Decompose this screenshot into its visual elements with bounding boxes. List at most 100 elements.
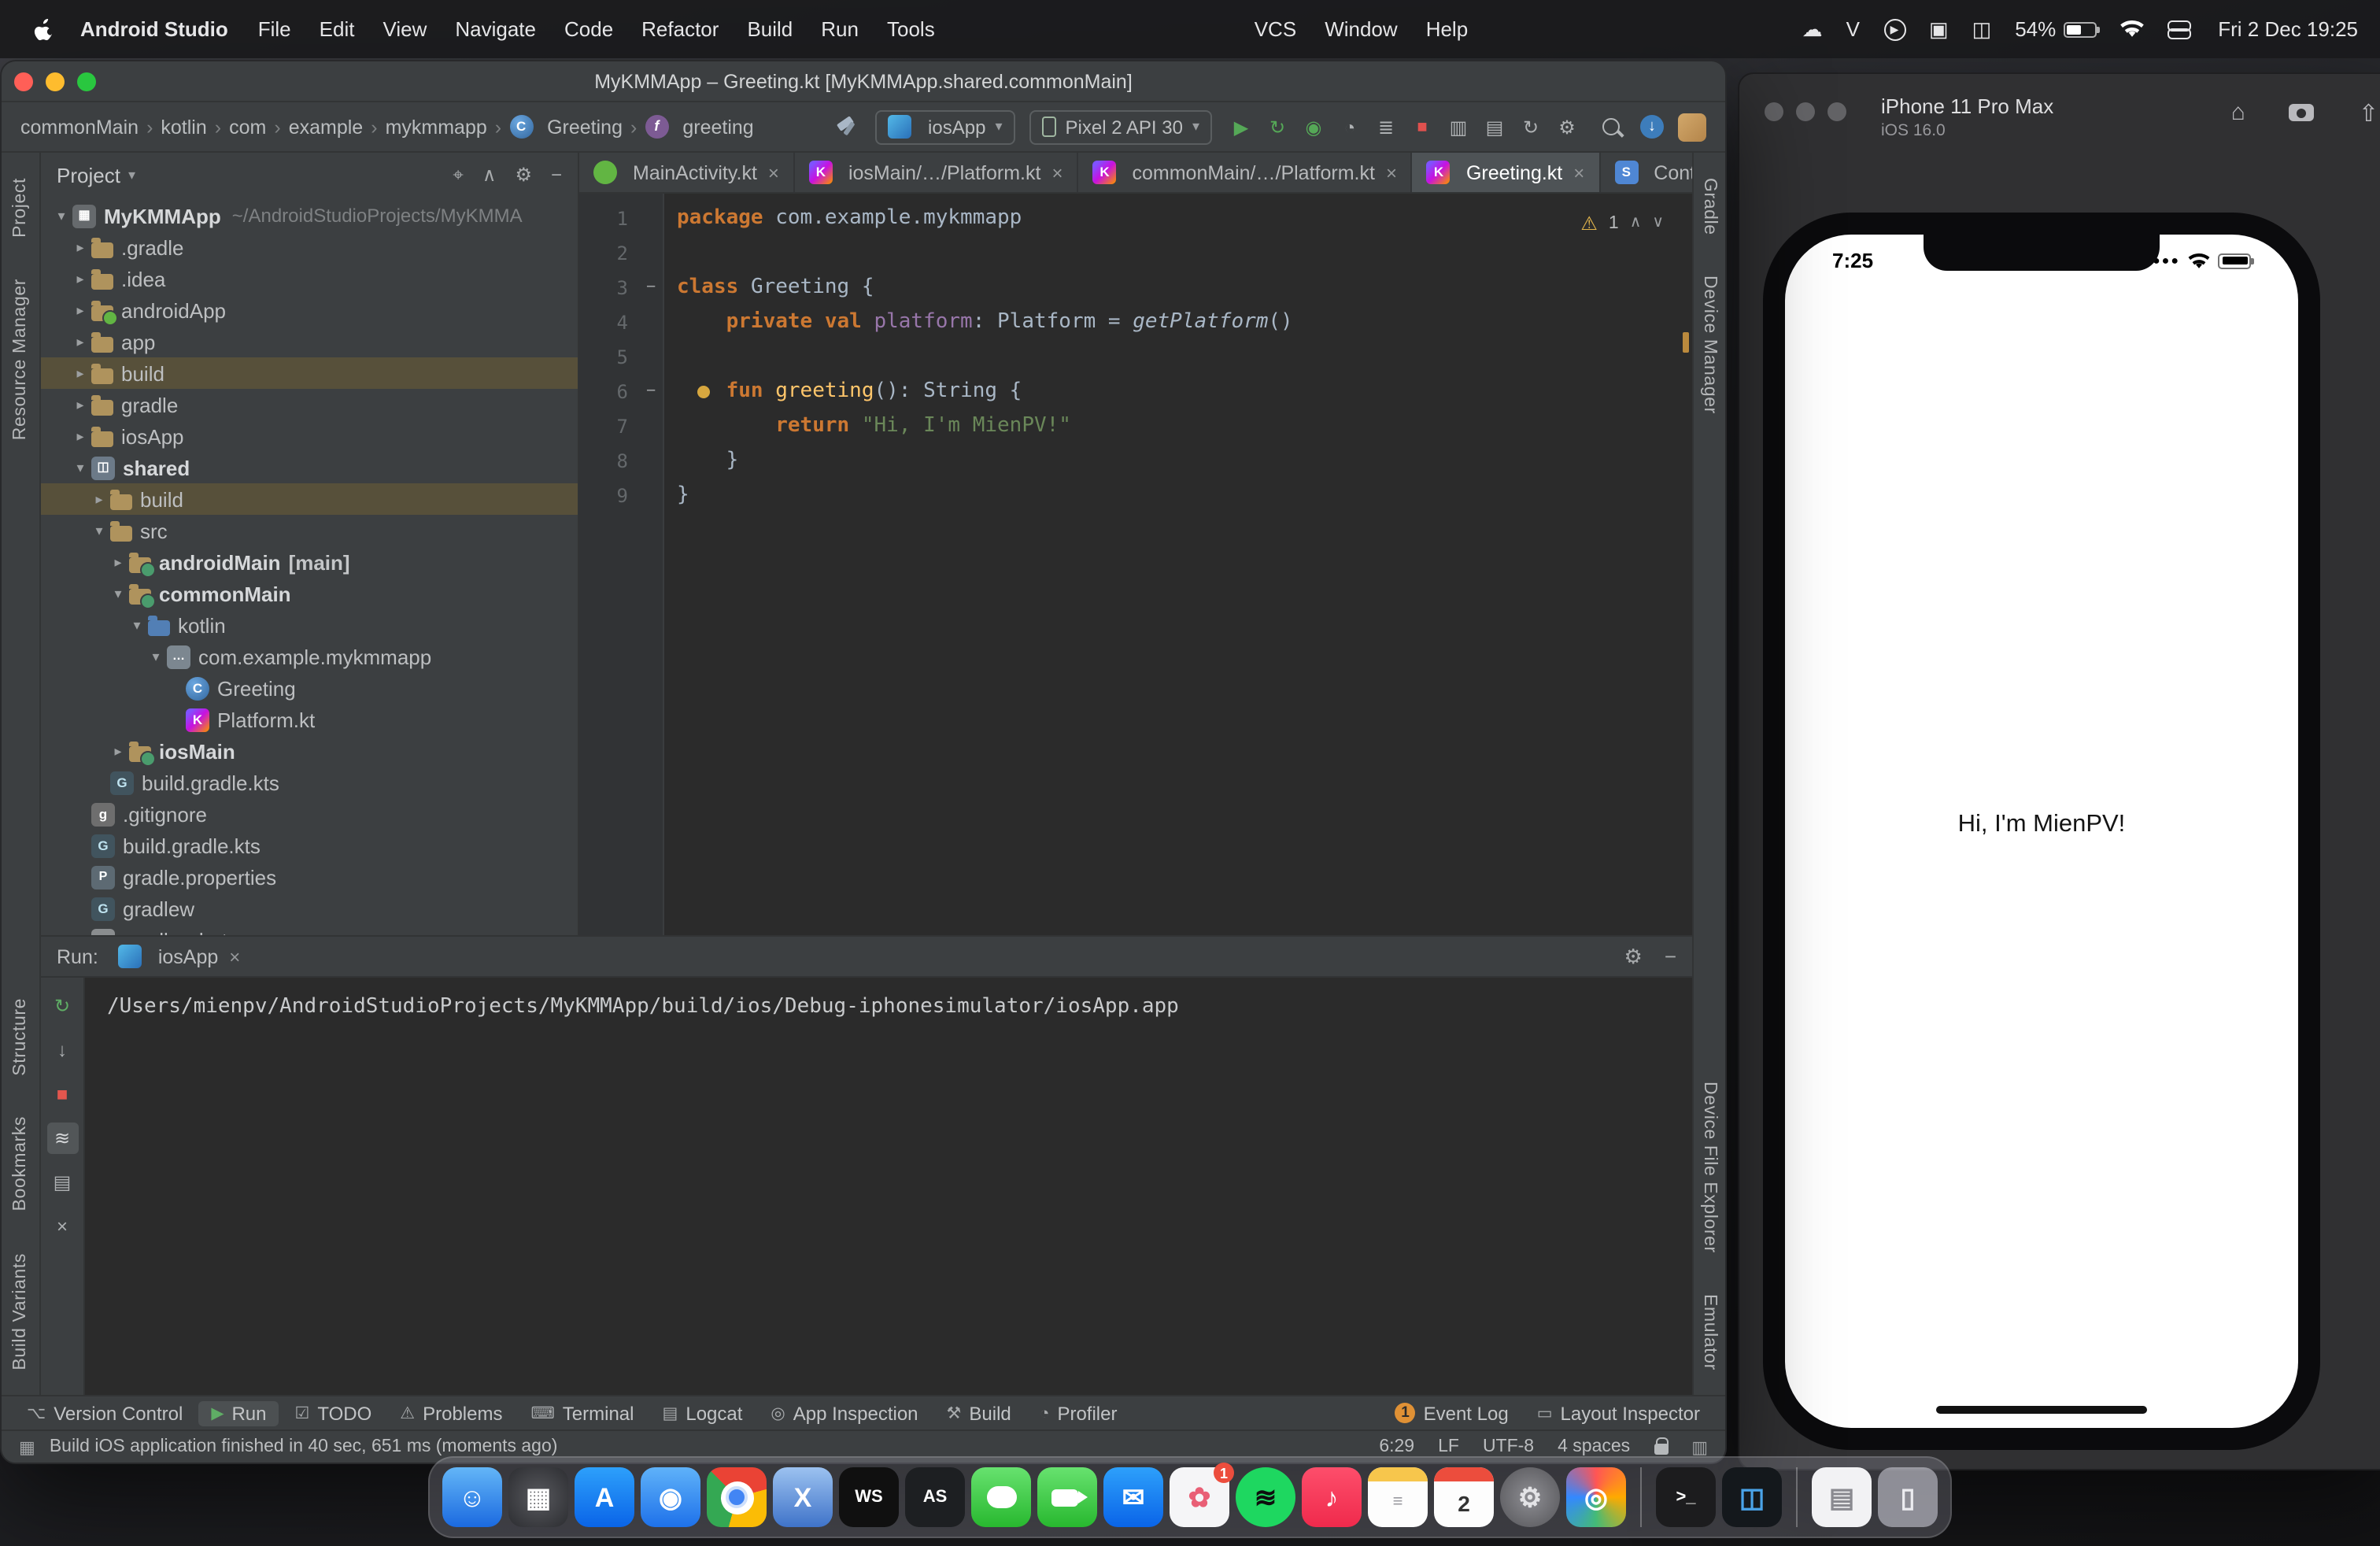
tree-item-gitignore[interactable]: g .gitignore [41, 798, 578, 830]
tool-button-emulator[interactable]: Emulator [1700, 1293, 1719, 1370]
menu-edit[interactable]: Edit [305, 17, 369, 41]
dock-notes-icon[interactable]: ≡ [1368, 1467, 1428, 1527]
tool-window-button-version-control[interactable]: ⌥ Version Control [14, 1400, 195, 1426]
dock-system-settings-icon[interactable]: ⚙ [1500, 1467, 1560, 1527]
chevron-down-icon[interactable]: ▾ [69, 459, 91, 476]
dock-docker-icon[interactable]: ◫ [1722, 1467, 1782, 1527]
tree-item-iosapp[interactable]: ▸ iosApp [41, 420, 578, 452]
dock-spotify-icon[interactable]: ≋ [1236, 1467, 1295, 1527]
tool-button-device-file-explorer[interactable]: Device File Explorer [1700, 1081, 1719, 1252]
tree-item-gradle[interactable]: ▸ .gradle [41, 231, 578, 263]
tool-window-button-app-inspection[interactable]: ◎ App Inspection [758, 1400, 930, 1426]
run-config-select[interactable]: iosApp ▾ [874, 109, 1015, 144]
chevron-down-icon[interactable]: ▾ [88, 522, 110, 539]
clear-output-icon[interactable]: × [46, 1211, 78, 1242]
battery-indicator[interactable]: 54% [2015, 17, 2101, 41]
code-line[interactable]: class Greeting { [677, 271, 1692, 305]
close-icon[interactable]: × [1573, 161, 1584, 183]
editor-code[interactable]: package com.example.mykmmapp class Greeti… [664, 194, 1692, 935]
tool-window-button-todo[interactable]: ☑ TODO [283, 1400, 385, 1426]
tab-commonmain-platform-kt[interactable]: KcommonMain/…/Platform.kt × [1079, 153, 1413, 192]
screenshot-icon[interactable] [2289, 104, 2315, 121]
chevron-right-icon[interactable]: ▸ [69, 270, 91, 287]
search-everywhere-icon[interactable] [1602, 118, 1620, 135]
stage-manager-icon[interactable]: ◫ [1972, 17, 1992, 42]
indent-setting[interactable]: 4 spaces [1558, 1437, 1630, 1456]
fold-marker-icon[interactable]: − [639, 271, 663, 305]
tool-button-resource-manager[interactable]: Resource Manager [11, 279, 30, 440]
chevron-right-icon[interactable]: ▸ [107, 553, 129, 571]
locate-file-button[interactable]: ⌖ [453, 163, 464, 187]
code-line[interactable]: } [677, 479, 1692, 513]
tool-window-button-event-log[interactable]: 1 Event Log [1383, 1400, 1521, 1426]
tool-window-button-profiler[interactable]: ◔ Profiler [1027, 1400, 1130, 1426]
close-icon[interactable]: × [1051, 161, 1062, 183]
tool-window-button-problems[interactable]: ⚠ Problems [387, 1400, 515, 1426]
tree-item-app[interactable]: ▸ app [41, 326, 578, 357]
dock-music-icon[interactable]: ♪ [1302, 1467, 1362, 1527]
next-problem-icon[interactable]: ∨ [1652, 206, 1664, 241]
tree-item-build[interactable]: ▸ build [41, 357, 578, 389]
menu-help[interactable]: Help [1412, 17, 1483, 41]
line-separator[interactable]: LF [1438, 1437, 1459, 1456]
prev-problem-icon[interactable]: ∧ [1630, 206, 1642, 241]
project-panel-header[interactable]: Project ▾ ⌖ ∧ ⚙ − [41, 153, 578, 197]
scroll-down-icon[interactable]: ↓ [46, 1034, 78, 1066]
dock-safari-icon[interactable]: ◉ [641, 1467, 700, 1527]
chevron-right-icon[interactable]: ▸ [69, 364, 91, 382]
tree-item-mykmmapp[interactable]: ▾ ▦ MyKMMApp ~/AndroidStudioProjects/MyKMMA [41, 200, 578, 231]
tab-iosmain-platform-kt[interactable]: KiosMain/…/Platform.kt × [795, 153, 1079, 192]
home-icon[interactable]: ⌂ [2231, 99, 2245, 128]
tool-window-button-terminal[interactable]: ⌨ Terminal [518, 1400, 646, 1426]
breadcrumb-greeting[interactable]: C Greeting [509, 115, 623, 139]
dock-photos-icon[interactable]: ✿ 1 [1170, 1463, 1234, 1527]
dock-textedit-icon[interactable]: ▤ [1812, 1467, 1872, 1527]
stop-button[interactable]: ■ [1407, 117, 1437, 136]
weather-icon[interactable]: ☁ [1802, 17, 1823, 42]
dock-xcode-icon[interactable]: X [773, 1467, 833, 1527]
menu-navigate[interactable]: Navigate [441, 17, 550, 41]
window-titlebar[interactable]: MyKMMApp – Greeting.kt [MyKMMApp.shared.… [2, 61, 1725, 102]
caret-position[interactable]: 6:29 [1379, 1437, 1414, 1456]
tool-button-bookmarks[interactable]: Bookmarks [11, 1117, 30, 1211]
tool-window-button-build[interactable]: ⚒ Build [934, 1400, 1024, 1426]
dock-app-store-icon[interactable]: A [575, 1467, 634, 1527]
tree-item-com-example-mykmmapp[interactable]: ▾… com.example.mykmmapp [41, 641, 578, 672]
dock-messages-icon[interactable] [971, 1467, 1031, 1527]
apply-changes-button[interactable]: ↻ [1262, 116, 1292, 138]
code-editor[interactable]: 1 2 3−4 5 6−7 8 9 package com.example.mykmmapp… [579, 194, 1692, 935]
menu-refactor[interactable]: Refactor [627, 17, 733, 41]
tree-item-src[interactable]: ▾ src [41, 515, 578, 546]
dock-android-studio-icon[interactable]: AS [905, 1467, 965, 1527]
menu-run[interactable]: Run [807, 17, 873, 41]
menu-tools[interactable]: Tools [873, 17, 949, 41]
code-line[interactable] [677, 340, 1692, 375]
menubar-app-name[interactable]: Android Studio [65, 17, 244, 41]
dock-calendar-icon[interactable]: 2 [1434, 1467, 1494, 1527]
menu-code[interactable]: Code [550, 17, 627, 41]
iphone-screen[interactable]: 7:25 ●●●● Hi, I'm MienPV! [1785, 235, 2298, 1428]
tool-button-device-manager[interactable]: Device Manager [1700, 276, 1719, 415]
dock-chrome-icon[interactable] [707, 1467, 767, 1527]
display-icon[interactable]: ▣ [1929, 17, 1949, 42]
breadcrumb-mykmmapp[interactable]: mykmmapp [386, 116, 487, 138]
code-line[interactable]: fun greeting(): String { [677, 375, 1692, 409]
print-icon[interactable]: ▤ [46, 1167, 78, 1198]
tool-window-button-layout-inspector[interactable]: ▭ Layout Inspector [1524, 1400, 1713, 1426]
close-icon[interactable]: × [229, 945, 240, 967]
user-avatar[interactable] [1678, 113, 1706, 141]
chevron-down-icon[interactable]: ▾ [107, 585, 129, 602]
tab-mainactivity-kt[interactable]: MainActivity.kt × [579, 153, 795, 192]
close-icon[interactable]: × [1386, 161, 1397, 183]
close-window-button[interactable] [1765, 102, 1783, 121]
breadcrumb-example[interactable]: example [289, 116, 364, 138]
chevron-right-icon[interactable]: ▸ [88, 490, 110, 508]
zoom-window-button[interactable] [1828, 102, 1846, 121]
simulator-titlebar[interactable]: iPhone 11 Pro Max iOS 16.0 ⌂ ⇧ [1739, 74, 2380, 156]
tool-button-gradle[interactable]: Gradle [1700, 178, 1719, 235]
menu-file[interactable]: File [244, 17, 305, 41]
dock-trash-icon[interactable]: ▯ [1878, 1467, 1938, 1527]
tree-item-shared[interactable]: ▾ ◫ shared [41, 452, 578, 483]
file-encoding[interactable]: UTF-8 [1483, 1437, 1534, 1456]
tree-item-commonmain[interactable]: ▾ commonMain [41, 578, 578, 609]
